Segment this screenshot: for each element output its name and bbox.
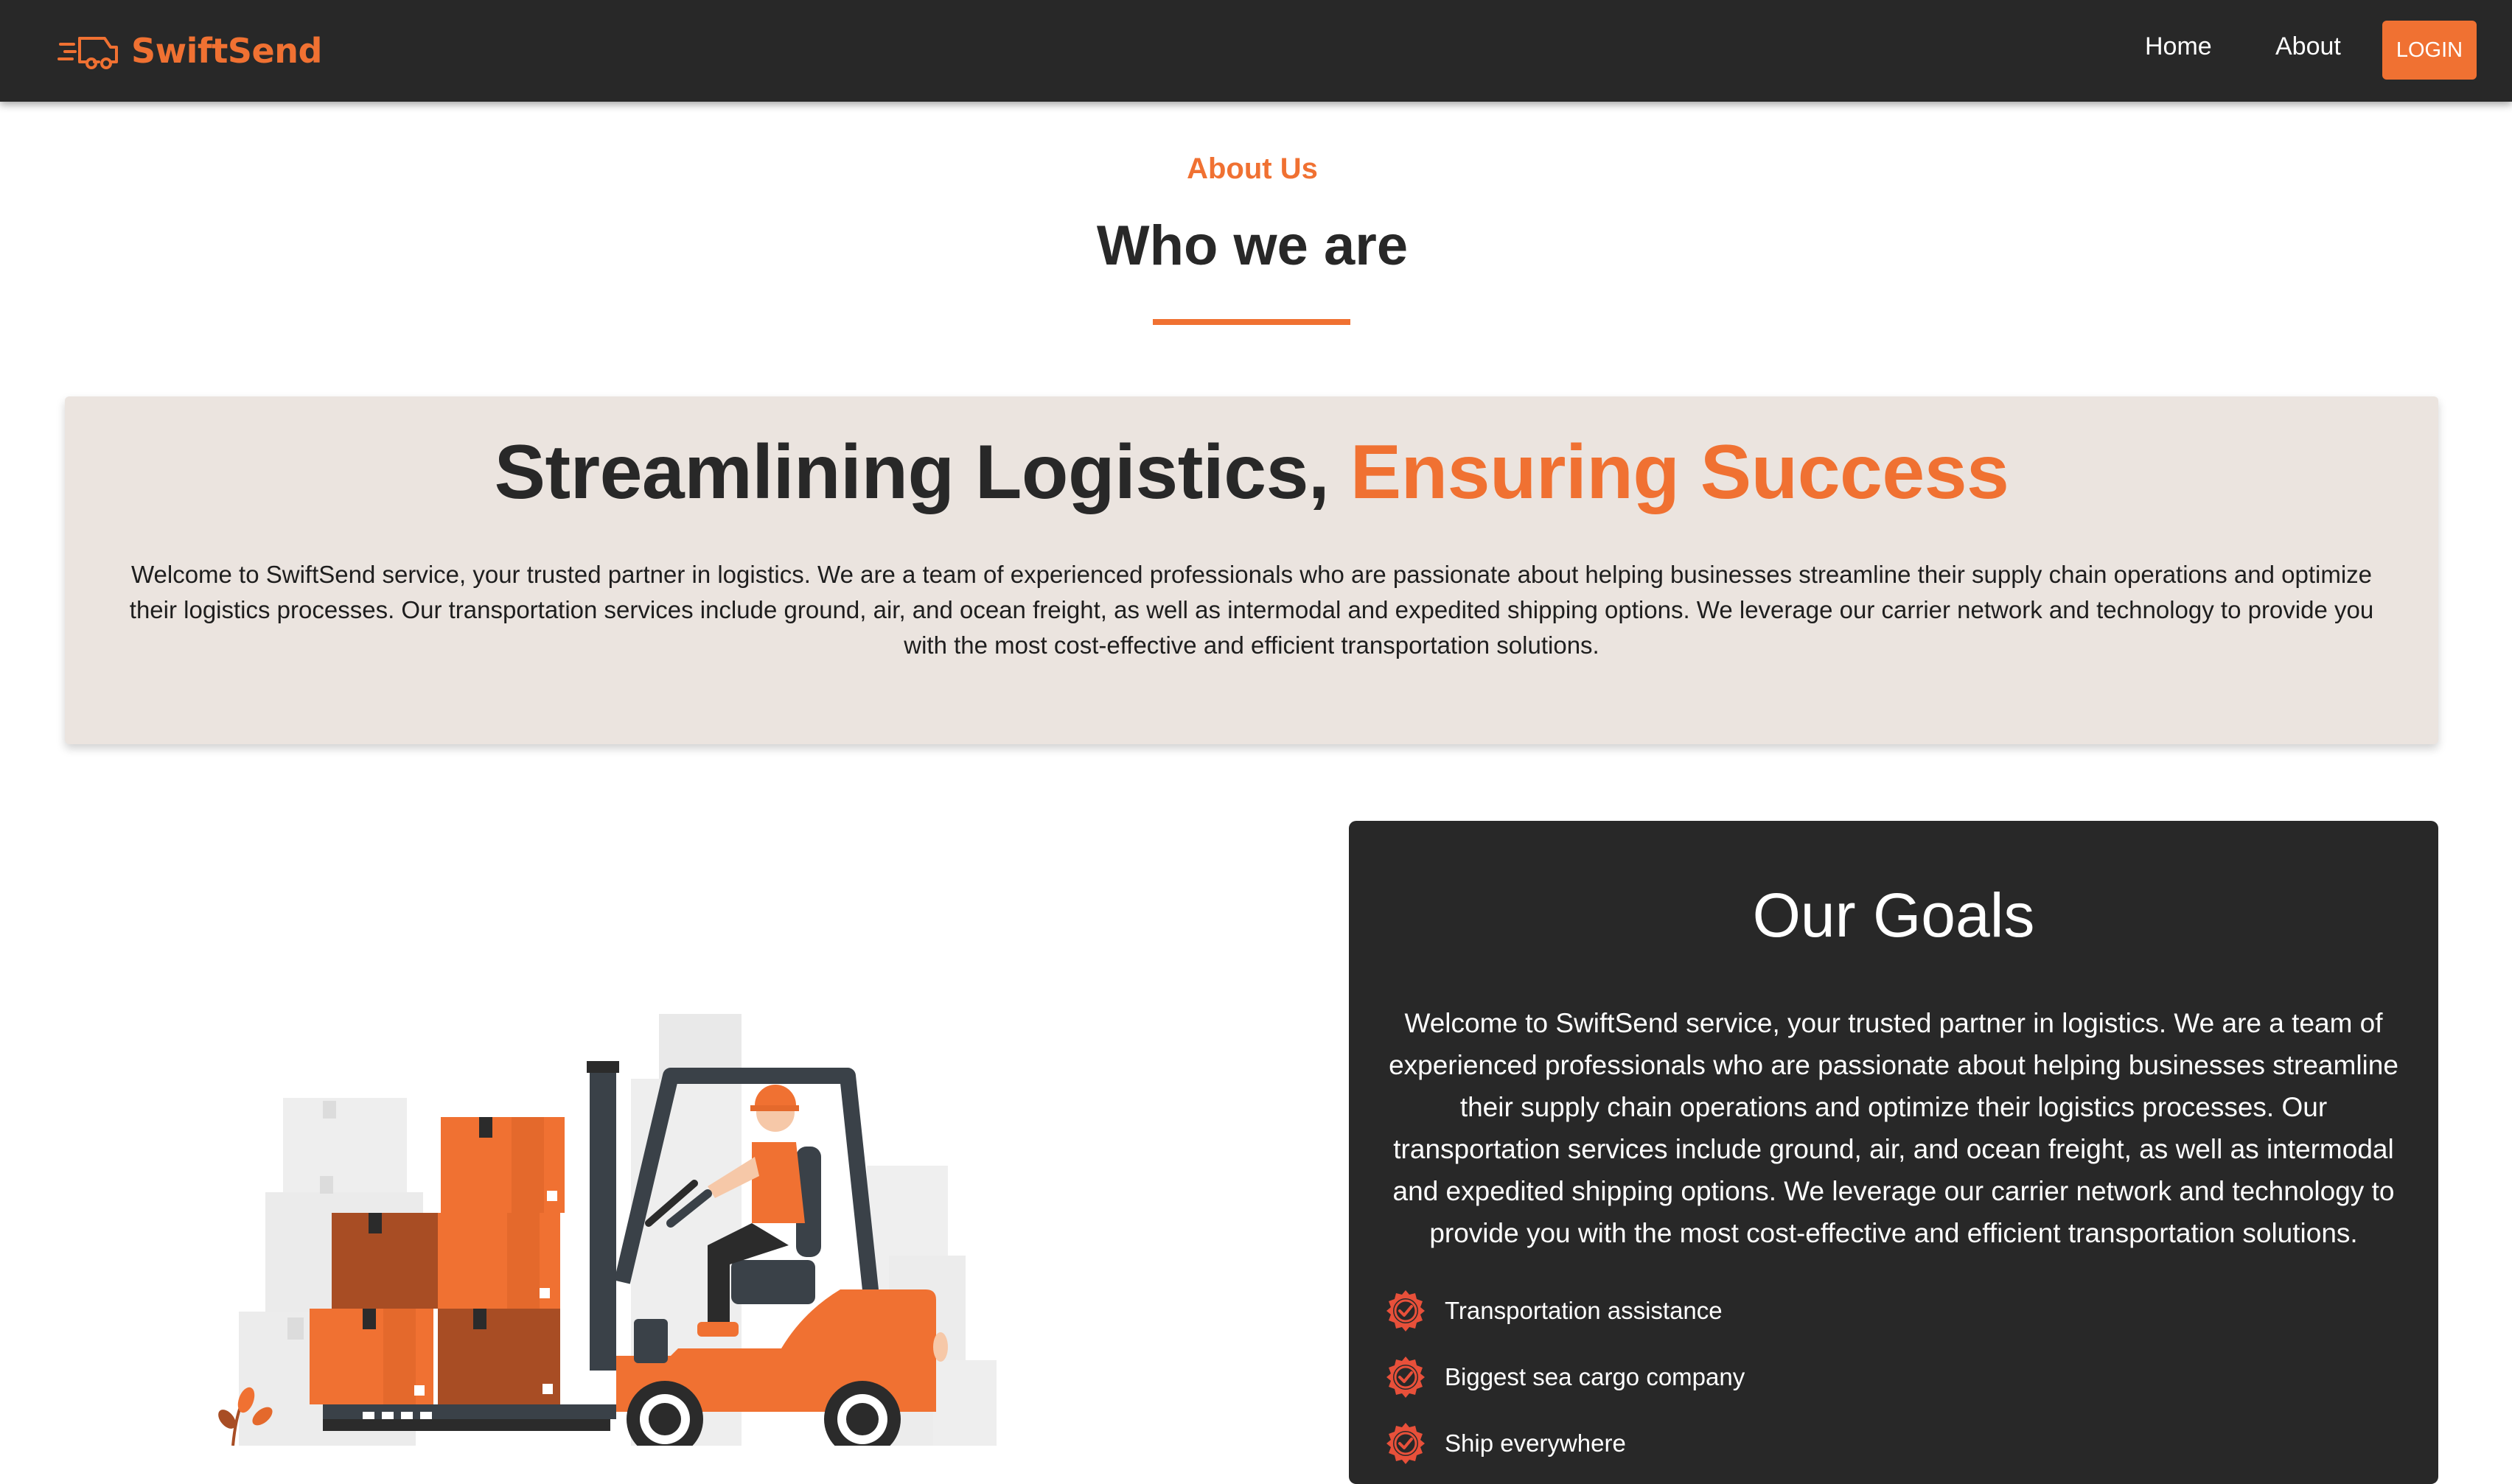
brand-logo[interactable]: SwiftSend [57,25,322,77]
goal-item: Transportation assistance [1383,1288,1723,1334]
page-title: Who we are [1096,214,1409,277]
title-underline [1153,319,1350,325]
hero-title-main: Streamlining Logistics, [494,430,1330,515]
hero-title: Streamlining Logistics, Ensuring Success [65,429,2438,517]
hero-card: Streamlining Logistics, Ensuring Success… [65,396,2438,744]
goal-item: Ship everywhere [1383,1421,1626,1466]
login-button[interactable]: LOGIN [2382,21,2477,80]
forklift-illustration [199,1002,1025,1457]
hero-title-accent: Ensuring Success [1350,430,2009,515]
nav-about-link[interactable]: About [2275,32,2341,61]
goal-label: Transportation assistance [1445,1297,1723,1324]
check-badge-icon [1386,1423,1425,1464]
goal-label: Biggest sea cargo company [1445,1363,1745,1390]
brand-name: SwiftSend [131,31,322,71]
nav-home-link[interactable]: Home [2145,32,2212,61]
goal-item: Biggest sea cargo company [1383,1354,1745,1400]
goals-card: Our Goals Welcome to SwiftSend service, … [1349,821,2438,1484]
goals-description: Welcome to SwiftSend service, your trust… [1389,1008,2398,1248]
section-eyebrow: About Us [1187,153,1318,185]
navbar: SwiftSend Home About LOGIN [0,0,2512,102]
check-badge-icon [1386,1290,1425,1331]
goal-label: Ship everywhere [1445,1429,1626,1457]
check-badge-icon [1386,1357,1425,1398]
delivery-truck-icon [57,37,118,69]
hero-description: Welcome to SwiftSend service, your trust… [129,561,2374,659]
goals-title: Our Goals [1752,881,2035,950]
